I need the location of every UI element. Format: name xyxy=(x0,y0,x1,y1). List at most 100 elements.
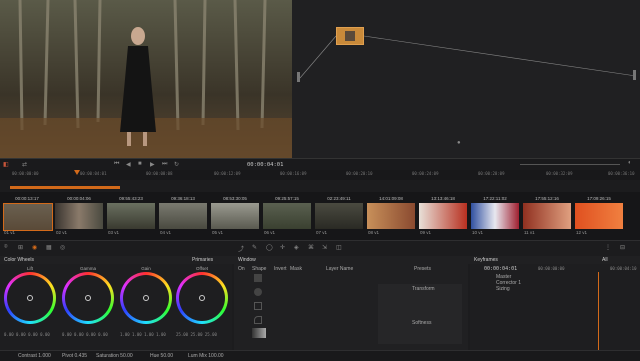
play-icon[interactable]: ▶ xyxy=(150,161,155,168)
hue-value[interactable]: Hue 50.00 xyxy=(150,353,173,359)
keyframe-ruler-end: 00:00:04:10 xyxy=(610,266,637,271)
loop-playback-icon[interactable]: ↻ xyxy=(174,161,179,168)
ruler-tick: 00:00:36:10 xyxy=(608,171,635,176)
clip-image xyxy=(107,203,155,229)
corrector-node[interactable] xyxy=(336,27,364,45)
polygon-window-shape[interactable] xyxy=(254,302,262,310)
clip-label: 05 v1 xyxy=(212,230,224,235)
clip-thumbnail[interactable]: 09:36:18:13 04 v1 xyxy=(158,192,208,240)
clip-thumbnail[interactable]: 13:13:46:18 09 v1 xyxy=(418,192,468,240)
primaries-title[interactable]: Primaries xyxy=(192,257,213,263)
node-editor[interactable] xyxy=(292,0,640,158)
clip-thumbnail[interactable]: 09:25:57:15 06 v1 xyxy=(262,192,312,240)
clip-image xyxy=(263,203,311,229)
clip-image xyxy=(419,203,467,229)
gradient-window-shape[interactable] xyxy=(252,328,266,338)
clip-image xyxy=(523,203,571,229)
keyframes-icon[interactable]: ⋮ xyxy=(605,244,611,251)
ruler-tick: 00:00:08:08 xyxy=(146,171,173,176)
clip-label: 08 v1 xyxy=(368,230,380,235)
stop-icon[interactable]: ■ xyxy=(138,161,142,167)
clip-timecode: 17:22:11:02 xyxy=(483,196,507,201)
viewer-frame xyxy=(0,0,292,158)
skip-start-icon[interactable]: ⏮ xyxy=(114,161,119,168)
lift-wheel[interactable] xyxy=(4,272,56,324)
scopes-icon[interactable]: ⊟ xyxy=(620,244,625,251)
node-links xyxy=(297,35,637,82)
gain-wheel[interactable] xyxy=(120,272,172,324)
rgb-mixer-icon[interactable]: ▦ xyxy=(46,244,52,251)
clip-thumbnail[interactable]: 02:23:49:11 07 v1 xyxy=(314,192,364,240)
clip-timecode: 17:55:12:16 xyxy=(535,196,559,201)
stereo-icon[interactable]: ◫ xyxy=(336,244,342,251)
linear-window-shape[interactable] xyxy=(254,274,262,282)
keyframe-timecode: 00:00:04:01 xyxy=(484,266,518,272)
clip-thumbnail[interactable]: 00:00:04:06 02 v1 xyxy=(54,192,104,240)
keyframe-row[interactable]: Sizing xyxy=(496,286,510,292)
clip-thumbnail[interactable]: 17:55:12:16 11 v1 xyxy=(522,192,572,240)
wheel-values: 0.00 0.00 0.00 0.00 xyxy=(4,332,50,337)
pivot-value[interactable]: Pivot 0.435 xyxy=(62,353,87,359)
qualifier-icon[interactable]: ✎ xyxy=(252,244,257,251)
col-invert: Invert xyxy=(274,266,287,272)
clip-thumbnail[interactable]: 08:53:30:05 05 v1 xyxy=(210,192,260,240)
timeline-ruler[interactable]: 00:00:00:00 00:00:04:01 00:00:08:08 00:0… xyxy=(0,170,640,180)
settings-icon[interactable]: ◐ xyxy=(628,160,632,166)
viewer-mode-icon[interactable]: ◧ xyxy=(3,161,9,168)
ruler-tick: 00:00:20:10 xyxy=(346,171,373,176)
tracker-icon[interactable]: ✛ xyxy=(280,244,285,251)
clip-thumbnail[interactable]: 09:55:43:23 03 v1 xyxy=(106,192,156,240)
key-icon[interactable]: ⌘ xyxy=(308,244,314,251)
clip-thumbnail[interactable]: 17:09:26:15 12 v1 xyxy=(574,192,624,240)
clip-label: 10 v1 xyxy=(472,230,484,235)
motion-icon[interactable]: ◎ xyxy=(60,244,65,251)
keyframe-playhead[interactable] xyxy=(598,272,599,350)
transform-title: Transform xyxy=(412,286,435,292)
color-wheels-panel: Lift 0.00 0.00 0.00 0.00 Gamma 0.00 0.00… xyxy=(0,264,232,350)
gamma-wheel[interactable] xyxy=(62,272,114,324)
wheel-values: 0.00 0.00 0.00 0.00 xyxy=(62,332,108,337)
wheel-puck[interactable] xyxy=(199,295,205,301)
clip-image xyxy=(159,203,207,229)
zoom-slider[interactable] xyxy=(520,164,620,165)
timeline-track-bar[interactable] xyxy=(10,186,120,189)
wheel-label: Gamma xyxy=(79,266,96,271)
clip-thumbnail[interactable]: 00:00:13:17 01 v1 xyxy=(2,192,53,240)
offset-wheel[interactable] xyxy=(176,272,228,324)
playhead[interactable] xyxy=(74,170,80,175)
loop-icon[interactable]: ⇄ xyxy=(22,161,27,168)
clip-timecode: 00:00:04:06 xyxy=(67,196,91,201)
lum-mix-value[interactable]: Lum Mix 100.00 xyxy=(188,353,224,359)
col-layer-name: Layer Name xyxy=(326,266,354,272)
clip-thumbnail[interactable]: 17:22:11:02 10 v1 xyxy=(470,192,520,240)
wheel-puck[interactable] xyxy=(27,295,33,301)
color-wheels-icon[interactable]: ◉ xyxy=(32,244,37,251)
contrast-value[interactable]: Contrast 1.000 xyxy=(18,353,51,359)
saturation-value[interactable]: Saturation 50.00 xyxy=(96,353,133,359)
clip-image xyxy=(3,203,53,231)
grading-toolbar: ⌾ ⊞ ◉ ▦ ◎ ⤴ ✎ ◯ ✛ ◈ ⌘ ⇲ ◫ ⋮ ⊟ xyxy=(0,240,640,255)
play-reverse-icon[interactable]: ◀ xyxy=(126,161,131,168)
curves-icon[interactable]: ⤴ xyxy=(238,244,244,253)
wheel-puck[interactable] xyxy=(85,295,91,301)
ruler-tick: 00:00:12:09 xyxy=(214,171,241,176)
panel-header-bar: Color Wheels Primaries Window Keyframes … xyxy=(0,256,640,264)
col-on: On xyxy=(238,266,245,272)
wheel-puck[interactable] xyxy=(143,295,149,301)
skip-end-icon[interactable]: ⏭ xyxy=(162,161,167,168)
clip-timecode: 13:13:46:18 xyxy=(431,196,455,201)
circle-window-shape[interactable] xyxy=(254,288,262,296)
color-wheels-title: Color Wheels xyxy=(4,257,35,263)
keyframes-filter[interactable]: All xyxy=(602,257,608,263)
blur-icon[interactable]: ◈ xyxy=(294,244,299,251)
clip-image xyxy=(471,203,519,229)
color-match-icon[interactable]: ⊞ xyxy=(18,244,23,251)
sizing-icon[interactable]: ⇲ xyxy=(322,244,327,251)
curve-window-shape[interactable] xyxy=(254,316,262,324)
wheel-label: Offset xyxy=(196,266,208,271)
camera-raw-icon[interactable]: ⌾ xyxy=(4,244,8,251)
clip-image xyxy=(315,203,363,229)
window-icon[interactable]: ◯ xyxy=(266,244,273,251)
window-panel-title: Window xyxy=(238,257,256,263)
clip-thumbnail[interactable]: 14:01:09:08 08 v1 xyxy=(366,192,416,240)
